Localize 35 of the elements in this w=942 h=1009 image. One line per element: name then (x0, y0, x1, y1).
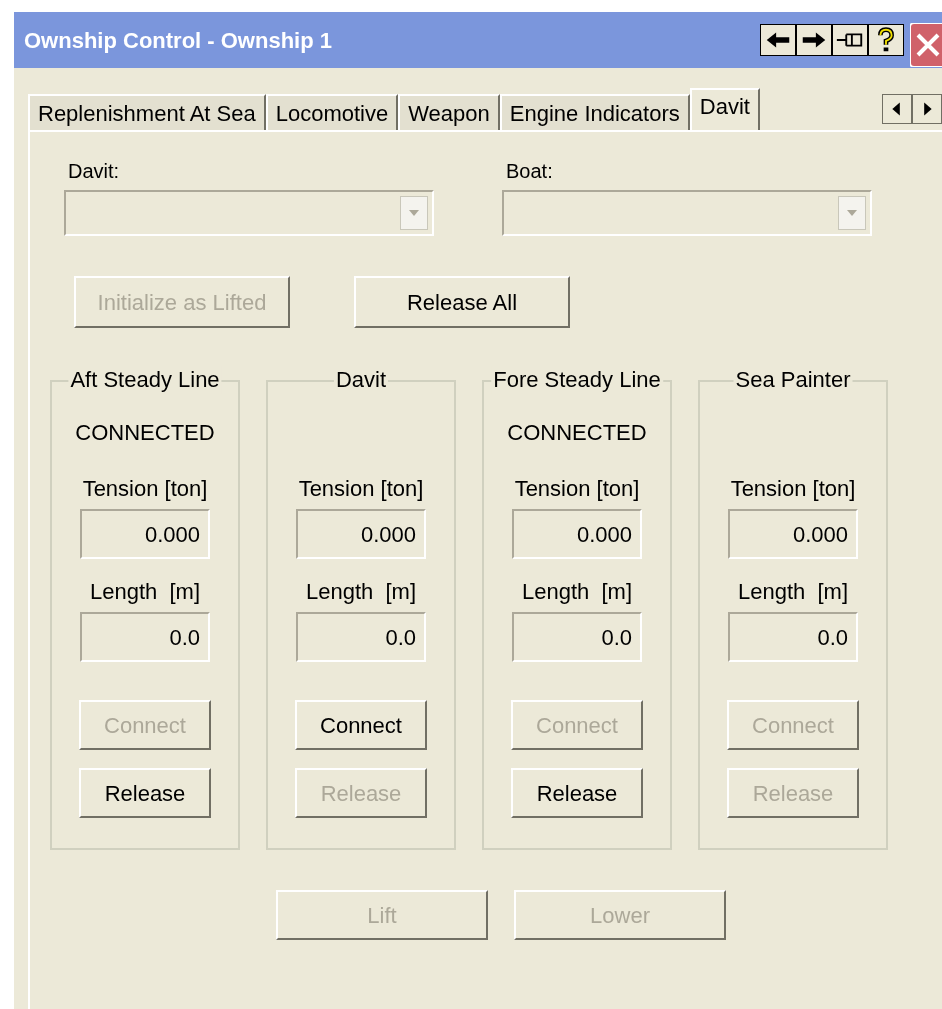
length-field: 0.0 (512, 612, 642, 662)
scroll-left-icon[interactable] (882, 94, 912, 124)
tension-field: 0.000 (296, 509, 426, 559)
field-label: Davit: (67, 159, 121, 184)
tab[interactable]: Locomotive (265, 94, 399, 130)
length-label: Length [m] (89, 578, 201, 606)
length-field: 0.0 (80, 612, 210, 662)
length-label: Length [m] (737, 578, 849, 606)
tab[interactable]: Engine Indicators (499, 94, 690, 130)
tension-label: Tension [ton] (514, 475, 640, 503)
tension-label: Tension [ton] (82, 475, 208, 503)
connect-button[interactable]: Connect (295, 700, 427, 750)
tab[interactable]: Davit (689, 88, 760, 130)
tension-field: 0.000 (512, 509, 642, 559)
field-label: Boat: (505, 159, 554, 184)
tension-label: Tension [ton] (298, 475, 424, 503)
tab[interactable]: Replenishment At Sea (28, 94, 266, 130)
tension-label: Tension [ton] (730, 475, 856, 503)
release-all-button[interactable]: Release All (354, 276, 570, 328)
tension-field: 0.000 (728, 509, 858, 559)
length-field: 0.0 (296, 612, 426, 662)
length-label: Length [m] (521, 578, 633, 606)
status-text: CONNECTED (75, 418, 215, 447)
pin-icon[interactable] (832, 24, 868, 56)
release-button[interactable]: Release (79, 768, 211, 818)
length-field: 0.0 (728, 612, 858, 662)
window-title: Ownship Control - Ownship 1 (24, 26, 332, 55)
length-label: Length [m] (305, 578, 417, 606)
scroll-right-icon[interactable] (912, 94, 942, 124)
status-text: CONNECTED (507, 418, 647, 447)
help-icon[interactable] (868, 24, 904, 56)
close-icon[interactable] (910, 23, 942, 67)
tab[interactable]: Weapon (398, 94, 500, 130)
release-button[interactable]: Release (511, 768, 643, 818)
tension-field: 0.000 (80, 509, 210, 559)
